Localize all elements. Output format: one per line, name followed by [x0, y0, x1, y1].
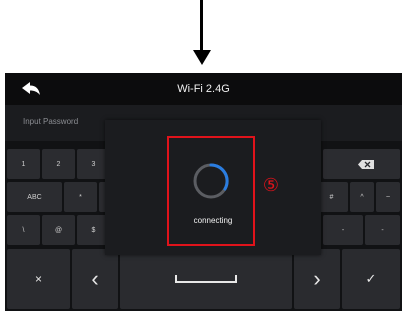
chevron-left-icon: ‹: [91, 266, 99, 291]
close-keyboard-button[interactable]: ×: [7, 249, 70, 309]
key[interactable]: ABC: [7, 182, 62, 212]
backspace-key[interactable]: [332, 149, 400, 179]
key[interactable]: *: [64, 182, 97, 212]
password-placeholder: Input Password: [23, 117, 79, 126]
space-key[interactable]: [120, 249, 292, 309]
cursor-right-button[interactable]: ›: [294, 249, 340, 309]
key[interactable]: ~: [376, 182, 400, 212]
down-arrow-annotation: [200, 0, 203, 54]
check-icon: ✓: [365, 271, 377, 286]
key[interactable]: \: [7, 215, 40, 245]
confirm-button[interactable]: ✓: [342, 249, 400, 309]
key[interactable]: @: [42, 215, 75, 245]
highlight-box: [167, 136, 255, 246]
chevron-right-icon: ›: [313, 266, 321, 291]
key[interactable]: -: [365, 215, 400, 245]
page-title: Wi-Fi 2.4G: [177, 83, 230, 95]
close-icon: ×: [34, 272, 42, 286]
step-number-badge: ⑤: [262, 175, 280, 195]
down-arrow-head: [193, 50, 211, 65]
cursor-left-button[interactable]: ‹: [72, 249, 118, 309]
key[interactable]: -: [323, 215, 363, 245]
key[interactable]: ^: [350, 182, 374, 212]
key[interactable]: 1: [7, 149, 40, 179]
backspace-icon: [358, 159, 374, 169]
key[interactable]: 2: [42, 149, 75, 179]
space-bar-icon: [175, 275, 237, 283]
